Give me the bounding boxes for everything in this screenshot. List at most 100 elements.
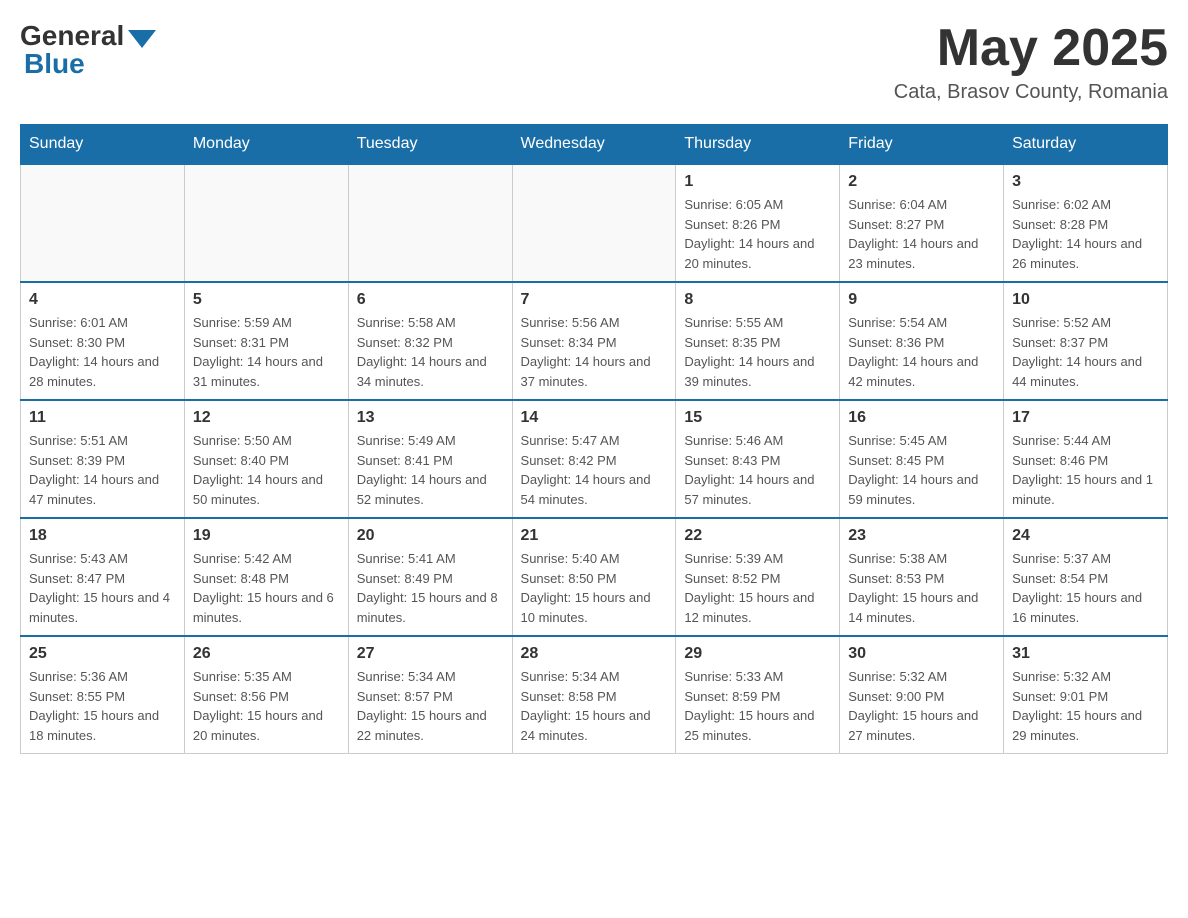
day-info: Sunrise: 5:58 AM Sunset: 8:32 PM Dayligh… [357, 313, 504, 391]
day-info: Sunrise: 5:45 AM Sunset: 8:45 PM Dayligh… [848, 431, 995, 509]
calendar-table: Sunday Monday Tuesday Wednesday Thursday… [20, 124, 1168, 754]
table-cell: 21Sunrise: 5:40 AM Sunset: 8:50 PM Dayli… [512, 518, 676, 636]
table-cell: 17Sunrise: 5:44 AM Sunset: 8:46 PM Dayli… [1004, 400, 1168, 518]
day-info: Sunrise: 6:04 AM Sunset: 8:27 PM Dayligh… [848, 195, 995, 273]
day-number: 10 [1012, 291, 1159, 309]
day-info: Sunrise: 5:34 AM Sunset: 8:57 PM Dayligh… [357, 667, 504, 745]
day-number: 12 [193, 409, 340, 427]
day-number: 9 [848, 291, 995, 309]
table-cell: 6 Sunrise: 5:58 AM Sunset: 8:32 PM Daylig… [348, 282, 512, 400]
col-header-friday: Friday [840, 125, 1004, 165]
day-number: 27 [357, 645, 504, 663]
col-header-tuesday: Tuesday [348, 125, 512, 165]
day-info: Sunrise: 5:47 AM Sunset: 8:42 PM Dayligh… [521, 431, 668, 509]
table-cell [512, 164, 676, 282]
col-header-sunday: Sunday [21, 125, 185, 165]
day-info: Sunrise: 5:59 AM Sunset: 8:31 PM Dayligh… [193, 313, 340, 391]
week-row-1: 1 Sunrise: 6:05 AM Sunset: 8:26 PM Daylig… [21, 164, 1168, 282]
table-cell: 26 Sunrise: 5:35 AM Sunset: 8:56 PM Dayli… [184, 636, 348, 754]
week-row-5: 25 Sunrise: 5:36 AM Sunset: 8:55 PM Dayli… [21, 636, 1168, 754]
week-row-2: 4 Sunrise: 6:01 AM Sunset: 8:30 PM Daylig… [21, 282, 1168, 400]
table-cell: 28Sunrise: 5:34 AM Sunset: 8:58 PM Dayli… [512, 636, 676, 754]
day-info: Sunrise: 5:52 AM Sunset: 8:37 PM Dayligh… [1012, 313, 1159, 391]
day-number: 21 [521, 527, 668, 545]
table-cell: 11Sunrise: 5:51 AM Sunset: 8:39 PM Dayli… [21, 400, 185, 518]
table-cell: 14 Sunrise: 5:47 AM Sunset: 8:42 PM Dayli… [512, 400, 676, 518]
table-cell: 23 Sunrise: 5:38 AM Sunset: 8:53 PM Dayli… [840, 518, 1004, 636]
day-number: 23 [848, 527, 995, 545]
day-number: 25 [29, 645, 176, 663]
day-number: 11 [29, 409, 176, 427]
day-info: Sunrise: 5:41 AM Sunset: 8:49 PM Dayligh… [357, 549, 504, 627]
day-number: 4 [29, 291, 176, 309]
day-info: Sunrise: 5:32 AM Sunset: 9:00 PM Dayligh… [848, 667, 995, 745]
logo: General Blue [20, 20, 156, 80]
day-number: 7 [521, 291, 668, 309]
table-cell: 15 Sunrise: 5:46 AM Sunset: 8:43 PM Dayli… [676, 400, 840, 518]
day-number: 18 [29, 527, 176, 545]
table-cell: 9 Sunrise: 5:54 AM Sunset: 8:36 PM Daylig… [840, 282, 1004, 400]
calendar-header-row: Sunday Monday Tuesday Wednesday Thursday… [21, 125, 1168, 165]
day-number: 6 [357, 291, 504, 309]
day-number: 8 [684, 291, 831, 309]
week-row-3: 11Sunrise: 5:51 AM Sunset: 8:39 PM Dayli… [21, 400, 1168, 518]
day-info: Sunrise: 5:46 AM Sunset: 8:43 PM Dayligh… [684, 431, 831, 509]
day-info: Sunrise: 5:38 AM Sunset: 8:53 PM Dayligh… [848, 549, 995, 627]
table-cell: 31Sunrise: 5:32 AM Sunset: 9:01 PM Dayli… [1004, 636, 1168, 754]
table-cell: 19Sunrise: 5:42 AM Sunset: 8:48 PM Dayli… [184, 518, 348, 636]
day-info: Sunrise: 5:50 AM Sunset: 8:40 PM Dayligh… [193, 431, 340, 509]
table-cell: 10 Sunrise: 5:52 AM Sunset: 8:37 PM Dayli… [1004, 282, 1168, 400]
day-info: Sunrise: 6:02 AM Sunset: 8:28 PM Dayligh… [1012, 195, 1159, 273]
day-number: 1 [684, 173, 831, 191]
day-info: Sunrise: 5:39 AM Sunset: 8:52 PM Dayligh… [684, 549, 831, 627]
logo-arrow-icon [128, 30, 156, 48]
day-info: Sunrise: 5:55 AM Sunset: 8:35 PM Dayligh… [684, 313, 831, 391]
day-number: 19 [193, 527, 340, 545]
day-number: 3 [1012, 173, 1159, 191]
day-info: Sunrise: 6:01 AM Sunset: 8:30 PM Dayligh… [29, 313, 176, 391]
day-number: 22 [684, 527, 831, 545]
week-row-4: 18 Sunrise: 5:43 AM Sunset: 8:47 PM Dayli… [21, 518, 1168, 636]
col-header-saturday: Saturday [1004, 125, 1168, 165]
day-number: 13 [357, 409, 504, 427]
day-info: Sunrise: 6:05 AM Sunset: 8:26 PM Dayligh… [684, 195, 831, 273]
table-cell: 2Sunrise: 6:04 AM Sunset: 8:27 PM Daylig… [840, 164, 1004, 282]
col-header-monday: Monday [184, 125, 348, 165]
table-cell [348, 164, 512, 282]
table-cell [21, 164, 185, 282]
day-info: Sunrise: 5:36 AM Sunset: 8:55 PM Dayligh… [29, 667, 176, 745]
table-cell: 27 Sunrise: 5:34 AM Sunset: 8:57 PM Dayli… [348, 636, 512, 754]
table-cell: 13 Sunrise: 5:49 AM Sunset: 8:41 PM Dayli… [348, 400, 512, 518]
day-info: Sunrise: 5:37 AM Sunset: 8:54 PM Dayligh… [1012, 549, 1159, 627]
table-cell: 5 Sunrise: 5:59 AM Sunset: 8:31 PM Daylig… [184, 282, 348, 400]
day-info: Sunrise: 5:34 AM Sunset: 8:58 PM Dayligh… [521, 667, 668, 745]
day-info: Sunrise: 5:43 AM Sunset: 8:47 PM Dayligh… [29, 549, 176, 627]
day-info: Sunrise: 5:32 AM Sunset: 9:01 PM Dayligh… [1012, 667, 1159, 745]
day-number: 26 [193, 645, 340, 663]
day-number: 5 [193, 291, 340, 309]
day-number: 14 [521, 409, 668, 427]
day-info: Sunrise: 5:56 AM Sunset: 8:34 PM Dayligh… [521, 313, 668, 391]
col-header-wednesday: Wednesday [512, 125, 676, 165]
table-cell: 24 Sunrise: 5:37 AM Sunset: 8:54 PM Dayli… [1004, 518, 1168, 636]
day-number: 29 [684, 645, 831, 663]
table-cell: 29 Sunrise: 5:33 AM Sunset: 8:59 PM Dayli… [676, 636, 840, 754]
logo-blue-text: Blue [22, 48, 85, 80]
table-cell: 12 Sunrise: 5:50 AM Sunset: 8:40 PM Dayli… [184, 400, 348, 518]
table-cell: 18 Sunrise: 5:43 AM Sunset: 8:47 PM Dayli… [21, 518, 185, 636]
day-info: Sunrise: 5:49 AM Sunset: 8:41 PM Dayligh… [357, 431, 504, 509]
day-info: Sunrise: 5:35 AM Sunset: 8:56 PM Dayligh… [193, 667, 340, 745]
table-cell: 25 Sunrise: 5:36 AM Sunset: 8:55 PM Dayli… [21, 636, 185, 754]
day-info: Sunrise: 5:54 AM Sunset: 8:36 PM Dayligh… [848, 313, 995, 391]
day-number: 15 [684, 409, 831, 427]
table-cell: 3 Sunrise: 6:02 AM Sunset: 8:28 PM Daylig… [1004, 164, 1168, 282]
location-subtitle: Cata, Brasov County, Romania [894, 81, 1168, 104]
page-header: General Blue May 2025 Cata, Brasov Count… [20, 20, 1168, 104]
table-cell: 16Sunrise: 5:45 AM Sunset: 8:45 PM Dayli… [840, 400, 1004, 518]
month-year-title: May 2025 [894, 20, 1168, 77]
day-number: 30 [848, 645, 995, 663]
day-number: 24 [1012, 527, 1159, 545]
table-cell [184, 164, 348, 282]
day-info: Sunrise: 5:33 AM Sunset: 8:59 PM Dayligh… [684, 667, 831, 745]
table-cell: 20Sunrise: 5:41 AM Sunset: 8:49 PM Dayli… [348, 518, 512, 636]
